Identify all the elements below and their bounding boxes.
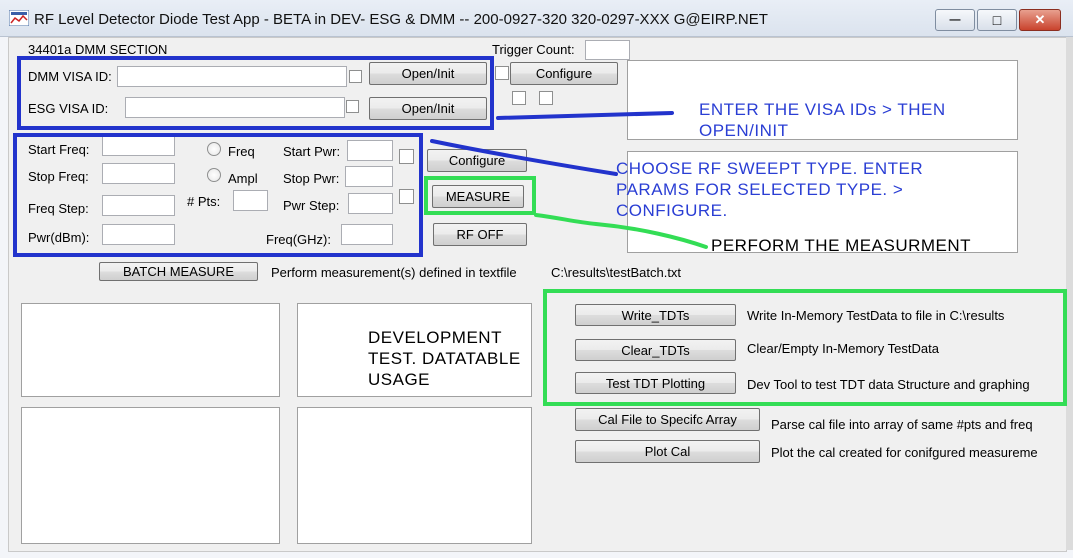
sweep-arrow-line [430,139,618,176]
visa-annotation-line1: ENTER THE VISA IDs > THEN [699,100,946,119]
dev-annotation-line3: USAGE [368,370,431,389]
sweep-annotation-line3: CONFIGURE. [616,201,728,220]
visa-arrow-line [496,111,674,120]
dev-annotation-line2: TEST. DATATABLE [368,349,521,368]
sweep-annotation-line1: CHOOSE RF SWEEPT TYPE. ENTER [616,159,924,178]
measure-annotation: PERFORM THE MEASURMENT [711,236,972,255]
annotation-strokes [430,111,708,249]
sweep-annotation-line2: PARAMS FOR SELECTED TYPE. > [616,180,904,199]
dev-annotation-line1: DEVELOPMENT [368,328,502,347]
visa-annotation-line2: OPEN/INIT [699,121,789,140]
